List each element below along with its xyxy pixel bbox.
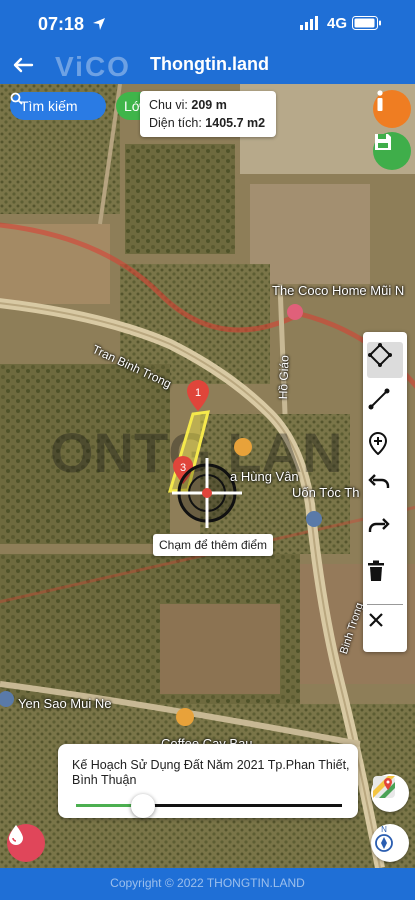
info-button[interactable] (373, 90, 411, 128)
opacity-slider[interactable] (76, 794, 342, 818)
redo-button[interactable] (367, 516, 403, 552)
polygon-draw-icon (368, 343, 392, 367)
logo: ViCO (55, 51, 131, 82)
perimeter-value: 209 m (191, 98, 227, 112)
redo-icon (368, 518, 390, 532)
slider-track (143, 804, 342, 807)
info-icon (377, 90, 383, 111)
perimeter-label: Chu vi: (149, 98, 188, 112)
app-title: Thongtin.land (150, 54, 269, 74)
tap-hint-tooltip: Chạm để thêm điểm (153, 534, 274, 556)
save-icon (375, 134, 391, 150)
location-arrow-icon (93, 18, 105, 30)
compass-button[interactable]: N (371, 824, 409, 862)
search-icon (10, 92, 23, 105)
close-draw-button[interactable] (367, 611, 403, 647)
water-drop-button[interactable] (7, 824, 45, 862)
plan-title: Kế Hoạch Sử Dụng Đất Năm 2021 Tp.Phan Th… (72, 758, 350, 787)
measurement-info: Chu vi: 209 m Diện tích: 1405.7 m2 (140, 91, 276, 137)
add-point-icon (368, 431, 388, 455)
signal-icon (300, 16, 318, 30)
place-label: a Hùng Vân (230, 469, 299, 484)
search-button[interactable]: Tìm kiếm (10, 92, 106, 120)
copyright-footer: Copyright © 2022 THONGTIN.LAND (0, 868, 415, 900)
plan-layer-card: Kế Hoạch Sử Dụng Đất Năm 2021 Tp.Phan Th… (58, 744, 358, 818)
polygon-draw-button[interactable] (367, 342, 403, 378)
search-label: Tìm kiếm (20, 98, 78, 114)
save-button[interactable] (373, 132, 411, 170)
undo-icon (368, 474, 390, 488)
draw-toolbar (363, 332, 407, 652)
status-bar: 07:18 4G (0, 0, 415, 46)
compass-icon: N (375, 825, 393, 852)
line-measure-button[interactable] (367, 387, 403, 423)
add-point-button[interactable] (367, 431, 403, 467)
svg-text:N: N (381, 825, 387, 834)
delete-icon (368, 560, 384, 581)
delete-button[interactable] (367, 560, 403, 596)
area-label: Diện tích: (149, 116, 202, 130)
toolbar-divider (367, 604, 403, 605)
svg-text:1: 1 (195, 387, 201, 399)
status-time: 07:18 (38, 14, 85, 34)
place-label: The Coco Home Mũi N (272, 283, 405, 298)
close-icon (369, 613, 383, 627)
place-label: Yen Sao Mui Ne (18, 696, 112, 711)
area-value: 1405.7 m2 (205, 116, 266, 130)
back-arrow-icon[interactable] (8, 50, 38, 80)
undo-button[interactable] (367, 472, 403, 508)
line-measure-icon (368, 388, 390, 410)
google-maps-button[interactable] (371, 774, 409, 812)
street-label: Hồ Giáo (276, 354, 292, 400)
place-label: Uốn Tóc Th (292, 485, 360, 500)
app-bar: ViCO Thongtin.land (0, 46, 415, 84)
google-maps-icon (373, 776, 395, 798)
slider-thumb[interactable] (131, 794, 155, 818)
network-type: 4G (327, 15, 348, 32)
water-drop-icon (9, 825, 23, 845)
map-view[interactable]: ONTG LAN 1 3 Tran Binh Trong Hồ Giáo Bin… (0, 84, 415, 868)
battery-icon (352, 16, 381, 30)
svg-text:3: 3 (180, 462, 186, 474)
